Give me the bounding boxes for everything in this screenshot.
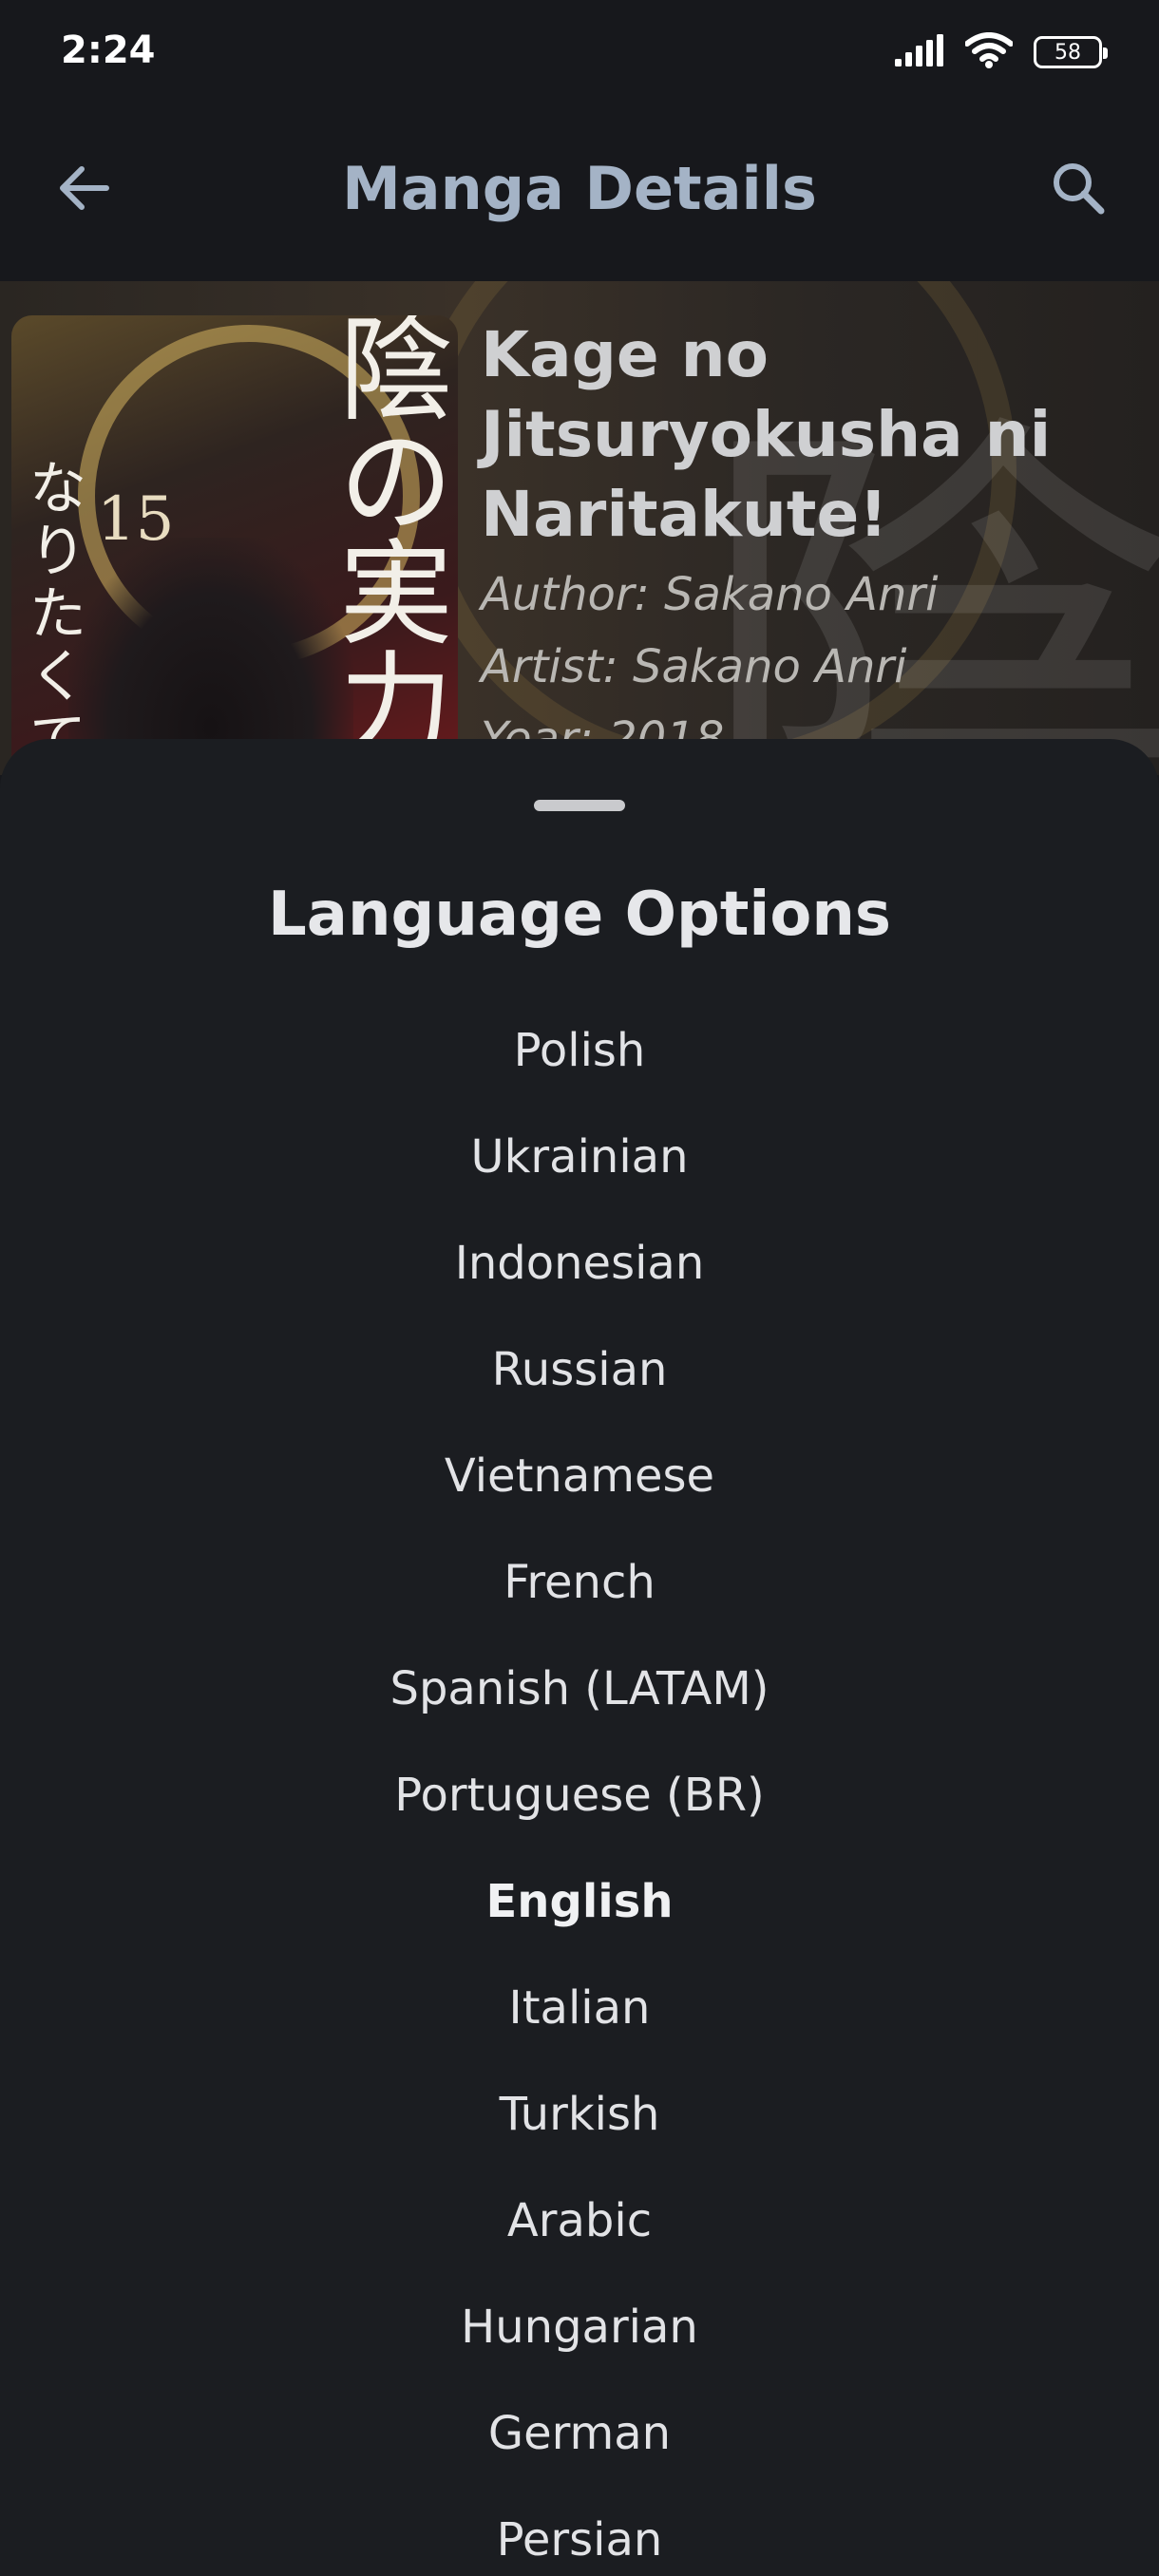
language-list: Polish Ukrainian Indonesian Russian Vietname… [0,997,1159,2576]
sheet-title: Language Options [268,880,891,950]
status-time: 2:24 [61,28,156,72]
language-option-indonesian[interactable]: Indonesian [0,1210,1159,1316]
manga-info: Kage no Jitsuryokusha ni Naritakute! Aut… [481,315,1146,775]
language-option-portuguese-br[interactable]: Portuguese (BR) [0,1742,1159,1848]
language-option-italian[interactable]: Italian [0,1955,1159,2061]
battery-level: 58 [1054,40,1081,65]
language-option-english[interactable]: English [0,1848,1159,1955]
language-option-hungarian[interactable]: Hungarian [0,2274,1159,2380]
app-bar: Manga Details [0,104,1159,281]
language-option-russian[interactable]: Russian [0,1316,1159,1423]
language-option-polish[interactable]: Polish [0,997,1159,1104]
language-options-sheet: Language Options Polish Ukrainian Indonesi… [0,739,1159,2576]
battery-icon: 58 [1034,36,1108,68]
language-option-german[interactable]: German [0,2380,1159,2487]
cover-title-text: 陰の実力者 [339,315,453,775]
signal-icon [895,34,944,70]
cover-volume-number: 15 [97,484,175,555]
language-option-turkish[interactable]: Turkish [0,2061,1159,2168]
language-option-arabic[interactable]: Arabic [0,2168,1159,2274]
language-option-persian[interactable]: Persian [0,2487,1159,2576]
search-button[interactable] [1036,152,1121,228]
language-option-ukrainian[interactable]: Ukrainian [0,1104,1159,1210]
manga-cover[interactable]: 陰の実力者 なりたくて 15 [11,315,458,775]
language-option-french[interactable]: French [0,1529,1159,1636]
manga-artist: Artist: Sakano Anri [481,640,907,693]
status-bar: 2:24 58 [0,0,1159,104]
sheet-drag-handle[interactable] [534,800,625,811]
search-icon [1050,160,1107,220]
manga-header: 陰 陰の実力者 なりたくて 15 Kage no Jitsuryokusha n… [0,281,1159,775]
cover-side-text: なりたくて [29,456,86,771]
language-option-spanish-latam[interactable]: Spanish (LATAM) [0,1636,1159,1742]
wifi-icon [964,32,1014,72]
status-icons: 58 [895,32,1108,72]
language-option-vietnamese[interactable]: Vietnamese [0,1423,1159,1529]
manga-author: Author: Sakano Anri [481,568,939,621]
page-title: Manga Details [342,154,817,223]
manga-title: Kage no Jitsuryokusha ni Naritakute! [481,318,1052,551]
